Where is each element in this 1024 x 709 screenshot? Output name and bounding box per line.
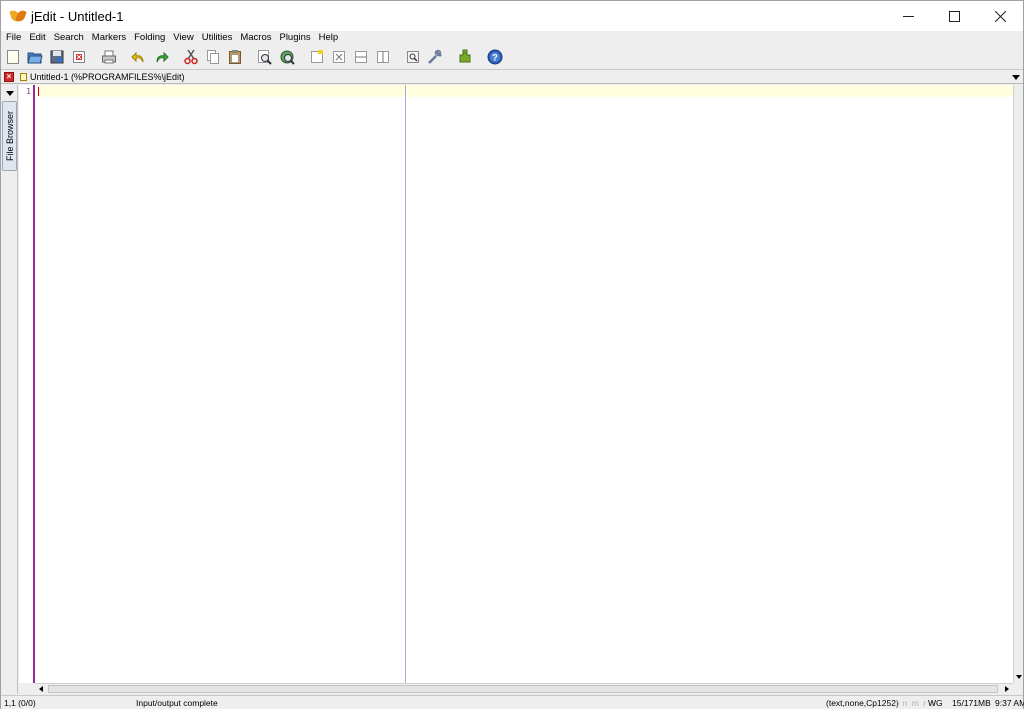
global-options-icon	[428, 49, 442, 64]
minimize-button[interactable]	[885, 1, 931, 31]
split-horizontal-button[interactable]	[353, 49, 369, 65]
undo-button[interactable]	[131, 49, 147, 65]
close-button[interactable]	[977, 1, 1023, 31]
minimize-icon	[902, 15, 914, 17]
paste-button[interactable]	[227, 49, 243, 65]
menu-bar: File Edit Search Markers Folding View Ut…	[1, 31, 1023, 45]
maximize-icon	[948, 10, 960, 22]
menu-view[interactable]: View	[173, 32, 193, 44]
plugin-manager-icon	[459, 49, 471, 63]
buffer-mode-status[interactable]: (text,none,Cp1252)	[826, 698, 899, 708]
file-browser-tab[interactable]: File Browser	[2, 101, 17, 171]
close-icon	[994, 10, 1006, 22]
find-in-files-button[interactable]	[279, 49, 295, 65]
menu-search[interactable]: Search	[54, 32, 84, 44]
copy-icon	[207, 50, 219, 64]
window-title: jEdit - Untitled-1	[31, 8, 124, 24]
scroll-down-button[interactable]	[1015, 673, 1023, 681]
scroll-right-button[interactable]	[1003, 685, 1011, 693]
text-caret	[38, 87, 39, 96]
split-vertical-button[interactable]	[375, 49, 391, 65]
status-bar: 1,1 (0/0) Input/output complete (text,no…	[1, 695, 1024, 709]
horizontal-scrollbar[interactable]	[35, 683, 1013, 694]
menu-plugins[interactable]: Plugins	[279, 32, 310, 44]
menu-folding[interactable]: Folding	[134, 32, 165, 44]
toolbar: ?	[1, 46, 1023, 68]
caret-position-status[interactable]: 1,1 (0/0)	[4, 698, 36, 708]
plugin-manager-button[interactable]	[457, 49, 473, 65]
split-vertical-icon	[377, 51, 389, 63]
redo-icon	[156, 51, 169, 63]
find-button[interactable]	[257, 49, 273, 65]
cut-button[interactable]	[183, 49, 199, 65]
menu-macros[interactable]: Macros	[240, 32, 271, 44]
paste-icon	[229, 50, 241, 64]
menu-edit[interactable]: Edit	[29, 32, 45, 44]
menu-markers[interactable]: Markers	[92, 32, 126, 44]
svg-text:?: ?	[492, 53, 498, 63]
close-file-button[interactable]	[71, 49, 87, 65]
line-number: 1	[26, 87, 31, 96]
new-view-button[interactable]	[309, 49, 325, 65]
open-file-icon	[27, 52, 43, 64]
memory-status[interactable]: 15/171MB	[952, 698, 991, 708]
print-icon	[102, 50, 116, 64]
scroll-left-button[interactable]	[37, 685, 45, 693]
dock-menu-button[interactable]	[3, 87, 16, 99]
buffer-tab-row: × Untitled-1 (%PROGRAMFILES%\jEdit)	[1, 69, 1023, 84]
help-icon: ?	[487, 49, 503, 65]
buffer-options-button[interactable]	[405, 49, 421, 65]
file-browser-label: File Browser	[4, 110, 15, 162]
window-controls	[885, 1, 1023, 31]
find-in-files-icon	[280, 50, 295, 65]
maximize-button[interactable]	[931, 1, 977, 31]
jedit-logo-icon	[9, 8, 27, 24]
print-button[interactable]	[101, 49, 117, 65]
find-icon	[258, 50, 272, 65]
menu-utilities[interactable]: Utilities	[202, 32, 233, 44]
copy-button[interactable]	[205, 49, 221, 65]
arrow-down-icon	[1016, 675, 1022, 679]
left-dock: File Browser	[1, 85, 18, 694]
wrap-guide	[405, 85, 406, 683]
new-file-icon	[7, 50, 19, 64]
jedit-window: jEdit - Untitled-1 File Edit Search Mark…	[0, 0, 1024, 709]
menu-file[interactable]: File	[6, 32, 21, 44]
title-bar[interactable]: jEdit - Untitled-1	[1, 1, 1023, 31]
new-file-button[interactable]	[5, 49, 21, 65]
undo-icon	[131, 51, 144, 63]
chevron-down-icon	[5, 90, 14, 96]
line-number-gutter[interactable]: 1	[19, 85, 35, 683]
buffer-tab-label: Untitled-1 (%PROGRAMFILES%\jEdit)	[30, 72, 185, 82]
clock-status: 9:37 AM	[995, 698, 1024, 708]
save-file-button[interactable]	[49, 49, 65, 65]
horizontal-scroll-thumb[interactable]	[48, 685, 998, 693]
close-buffer-icon[interactable]: ×	[4, 72, 14, 82]
help-button[interactable]: ?	[487, 49, 503, 65]
global-options-button[interactable]	[427, 49, 443, 65]
buffer-file-icon	[20, 73, 27, 81]
buffer-tab-untitled-1[interactable]: Untitled-1 (%PROGRAMFILES%\jEdit)	[18, 70, 185, 84]
buffer-list-dropdown[interactable]	[1010, 71, 1022, 83]
current-line-highlight	[37, 85, 1013, 97]
open-file-button[interactable]	[27, 49, 43, 65]
unsplit-icon	[333, 51, 345, 63]
redo-button[interactable]	[153, 49, 169, 65]
buffer-options-icon	[407, 51, 419, 63]
wrap-mode-status[interactable]: WG	[928, 698, 943, 708]
split-horizontal-icon	[355, 51, 367, 63]
close-file-icon	[73, 51, 85, 63]
text-area[interactable]: 1	[19, 85, 1013, 683]
arrow-right-icon	[1005, 686, 1009, 692]
vertical-scrollbar[interactable]	[1013, 85, 1023, 683]
save-file-icon	[50, 50, 64, 64]
new-view-icon	[311, 50, 323, 63]
chevron-down-icon	[1012, 74, 1020, 80]
unsplit-button[interactable]	[331, 49, 347, 65]
arrow-left-icon	[39, 686, 43, 692]
status-message: Input/output complete	[136, 698, 218, 708]
cut-icon	[184, 49, 198, 65]
menu-help[interactable]: Help	[319, 32, 339, 44]
